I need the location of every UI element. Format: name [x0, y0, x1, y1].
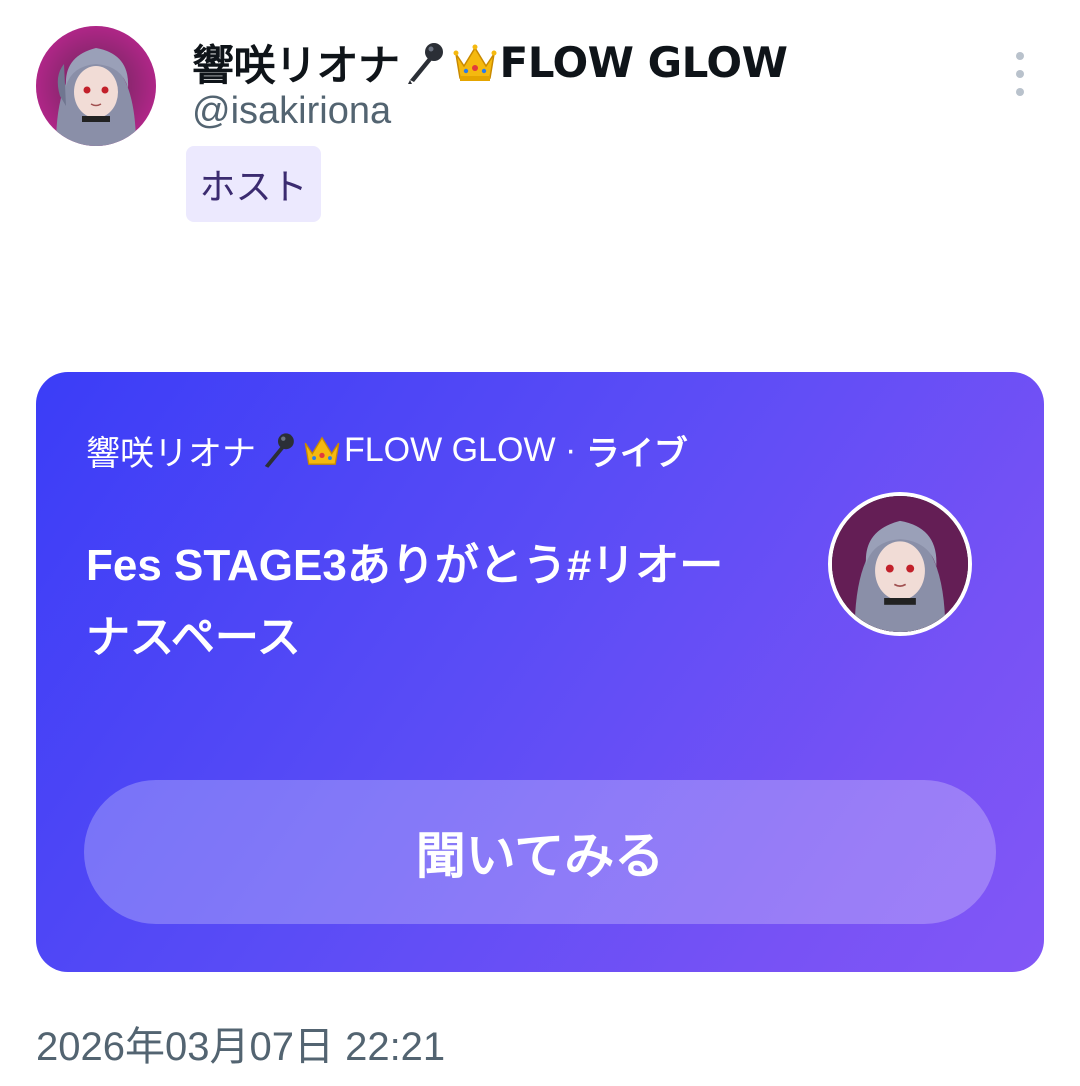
listen-button[interactable]: 聞いてみる [84, 780, 996, 924]
more-dot [1016, 70, 1024, 78]
live-status: ライブ [585, 435, 688, 473]
card-host-suffix: FLOW GLOW [344, 431, 556, 469]
user-handle[interactable]: @isakiriona [192, 90, 391, 133]
display-name-text: 響咲リオナ [192, 41, 400, 90]
more-button[interactable] [1000, 52, 1040, 96]
more-dot [1016, 88, 1024, 96]
crown-icon [300, 429, 344, 473]
post-timestamp[interactable]: 2026年03月07日 22:21 [36, 1014, 445, 1072]
host-badge: ホスト [186, 146, 321, 222]
microphone-icon [256, 429, 300, 473]
card-separator: · [555, 431, 586, 469]
space-title: Fes STAGE3ありがとう#リオーナスペース [86, 541, 724, 662]
display-name[interactable]: 響咲リオナ FLOW GLOW [192, 32, 788, 93]
card-header: 響咲リオナ FLOW GLOW · ライブ [86, 426, 688, 475]
display-name-suffix: FLOW GLOW [499, 38, 788, 87]
card-host-avatar [828, 492, 972, 636]
more-vertical-icon [1016, 52, 1024, 60]
microphone-icon [400, 38, 450, 88]
crown-icon [450, 38, 500, 88]
avatar[interactable] [36, 26, 156, 146]
card-host-name: 響咲リオナ [86, 435, 256, 473]
space-card[interactable]: 響咲リオナ FLOW GLOW · ライブ Fes STAGE3ありがとう#リオ… [36, 372, 1044, 972]
